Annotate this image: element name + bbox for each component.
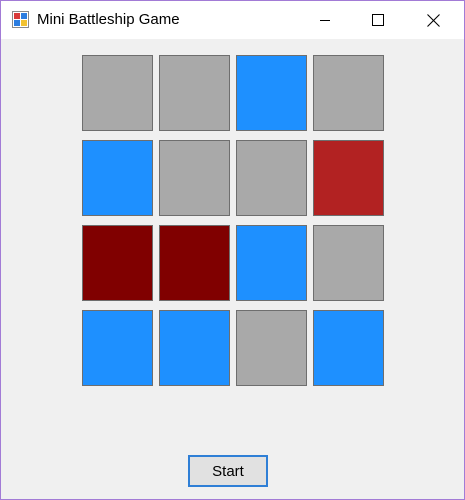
board-cell-r4-c1[interactable] bbox=[82, 310, 153, 386]
maximize-icon bbox=[372, 14, 384, 26]
board-cell-r4-c4[interactable] bbox=[313, 310, 384, 386]
board-cell-r3-c1[interactable] bbox=[82, 225, 153, 301]
board-cell-r2-c3[interactable] bbox=[236, 140, 307, 216]
title-bar[interactable]: Mini Battleship Game bbox=[1, 1, 464, 39]
board-cell-r1-c4[interactable] bbox=[313, 55, 384, 131]
board-cell-r2-c1[interactable] bbox=[82, 140, 153, 216]
board-cell-r1-c1[interactable] bbox=[82, 55, 153, 131]
window-title: Mini Battleship Game bbox=[37, 11, 180, 28]
board-cell-r3-c2[interactable] bbox=[159, 225, 230, 301]
minimize-icon bbox=[320, 20, 330, 21]
board-cell-r2-c4[interactable] bbox=[313, 140, 384, 216]
game-window: Mini Battleship Game Start bbox=[0, 0, 465, 500]
close-button[interactable] bbox=[410, 1, 456, 39]
board-cell-r4-c2[interactable] bbox=[159, 310, 230, 386]
board-cell-r3-c3[interactable] bbox=[236, 225, 307, 301]
game-board bbox=[82, 55, 384, 386]
board-cell-r2-c2[interactable] bbox=[159, 140, 230, 216]
close-icon bbox=[426, 13, 440, 27]
board-cell-r4-c3[interactable] bbox=[236, 310, 307, 386]
client-area: Start bbox=[1, 39, 464, 499]
board-cell-r1-c3[interactable] bbox=[236, 55, 307, 131]
battleship-app-icon bbox=[12, 11, 29, 28]
start-button[interactable]: Start bbox=[188, 455, 268, 487]
board-cell-r1-c2[interactable] bbox=[159, 55, 230, 131]
minimize-button[interactable] bbox=[302, 1, 348, 39]
maximize-button[interactable] bbox=[355, 1, 401, 39]
board-cell-r3-c4[interactable] bbox=[313, 225, 384, 301]
